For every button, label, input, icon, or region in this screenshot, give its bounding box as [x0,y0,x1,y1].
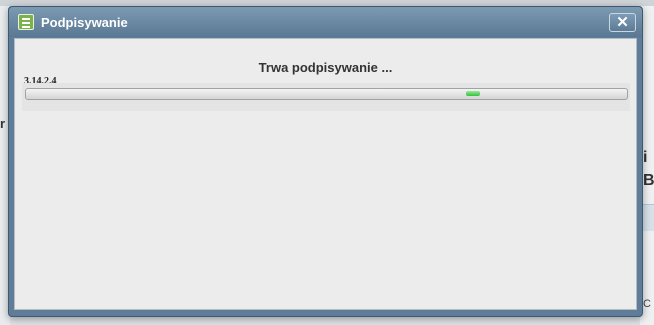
dialog-titlebar[interactable]: Podpisywanie ✕ [9,7,642,37]
close-button[interactable]: ✕ [609,13,636,32]
dialog-title: Podpisywanie [41,15,128,30]
background-text-fragment: r [0,116,6,131]
progress-bar [25,88,628,100]
progress-indicator [466,91,480,96]
dialog-content: Trwa podpisywanie ... 3.14.2.4 [14,38,637,310]
signing-dialog: Podpisywanie ✕ Trwa podpisywanie ... 3.1… [8,6,643,317]
background-text-fragment: i [643,149,648,166]
background-text-fragment: C [643,298,651,310]
signing-status-text: Trwa podpisywanie ... [258,60,393,75]
background-text-fragment: B [643,172,654,189]
progress-area [22,83,630,111]
signing-document-icon [18,14,34,30]
